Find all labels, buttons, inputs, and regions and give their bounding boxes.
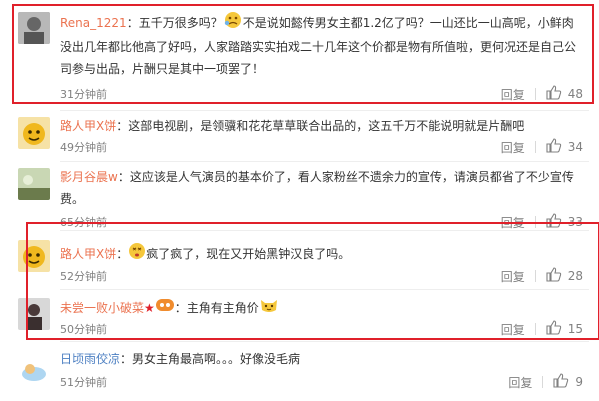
username-link[interactable]: 影月谷晨w (60, 170, 118, 184)
like-button[interactable]: 34 (546, 138, 583, 156)
comment-actions: 回复 34 (501, 138, 583, 156)
like-count: 9 (575, 375, 583, 389)
comment-actions: 回复 9 (508, 373, 583, 391)
comment-item: 影月谷晨w：这应该是人气演员的基本价了，看人家粉丝不遗余力的宣传，请演员都省了不… (0, 162, 599, 230)
username-link[interactable]: 路人甲X饼 (60, 119, 116, 133)
comment-text-part: ：男女主角最高啊。。。好像没毛病 (120, 352, 301, 366)
thumbs-up-icon (553, 373, 575, 391)
comment-text: 日顷雨佼凉：男女主角最高啊。。。好像没毛病 (60, 348, 585, 370)
avatar[interactable] (18, 168, 50, 200)
reply-button[interactable]: 回复 (508, 374, 532, 391)
avatar[interactable] (18, 354, 50, 386)
comment-item: 日顷雨佼凉：男女主角最高啊。。。好像没毛病 51分钟前 回复 9 (0, 342, 599, 401)
avatar[interactable] (18, 117, 50, 149)
timestamp: 51分钟前 (60, 376, 107, 389)
reply-button[interactable]: 回复 (501, 139, 525, 156)
thumbs-up-icon (546, 138, 568, 156)
action-divider (534, 141, 536, 153)
comment-text: 影月谷晨w：这应该是人气演员的基本价了，看人家粉丝不遗余力的宣传，请演员都省了不… (60, 166, 585, 210)
comment-text-part: ：这应该是人气演员的基本价了，看人家粉丝不遗余力的宣传，请演员都省了不少宣传费。 (60, 170, 574, 206)
comment-text-part: ：这部电视剧，是领骥和花花草草联合出品的，这五千万不能说明就是片酬吧 (116, 119, 525, 133)
comment-text: 路人甲X饼：这部电视剧，是领骥和花花草草联合出品的，这五千万不能说明就是片酬吧 (60, 115, 585, 137)
timestamp: 49分钟前 (60, 141, 107, 154)
username-link[interactable]: 日顷雨佼凉 (60, 352, 120, 366)
comment-item: 路人甲X饼：这部电视剧，是领骥和花花草草联合出品的，这五千万不能说明就是片酬吧 … (0, 111, 599, 163)
highlight-box (26, 222, 599, 340)
action-divider (542, 376, 544, 388)
like-count: 34 (567, 140, 583, 154)
like-button[interactable]: 9 (553, 373, 583, 391)
highlight-box (12, 4, 594, 104)
